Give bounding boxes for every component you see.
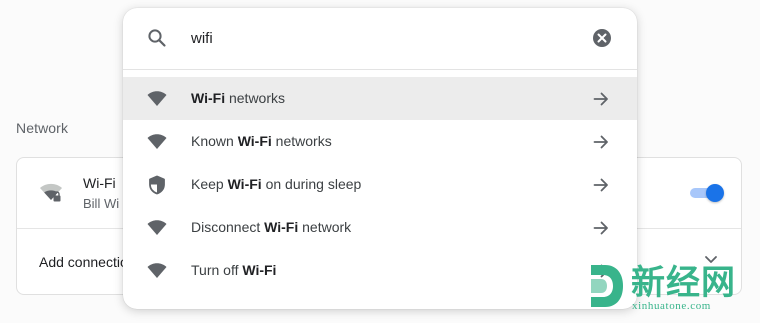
clear-icon[interactable] <box>591 27 613 49</box>
arrow-right-icon <box>593 221 608 235</box>
wifi-icon <box>147 91 167 106</box>
search-popup: Wi-Fi networks Known Wi-Fi networks Keep… <box>123 8 637 309</box>
wifi-icon <box>147 263 167 278</box>
search-result-label: Wi-Fi networks <box>191 90 286 106</box>
wifi-icon <box>147 134 167 149</box>
search-result[interactable]: Turn off Wi-Fi <box>123 249 637 292</box>
search-result[interactable]: Known Wi-Fi networks <box>123 120 637 163</box>
search-divider <box>123 69 637 70</box>
wifi-toggle-knob <box>706 184 724 202</box>
arrow-right-icon <box>593 92 608 106</box>
watermark-logo-icon <box>591 265 623 307</box>
arrow-right-icon <box>593 178 608 192</box>
add-connection-label: Add connection <box>39 254 136 270</box>
watermark-chinese-text: 新经网 <box>631 263 736 303</box>
search-result[interactable]: Keep Wi-Fi on during sleep <box>123 163 637 206</box>
shield-icon <box>149 175 165 195</box>
search-result-label: Keep Wi-Fi on during sleep <box>191 176 362 192</box>
search-input[interactable] <box>191 26 571 50</box>
wifi-row-title: Wi-Fi <box>83 175 116 191</box>
search-result-label: Disconnect Wi-Fi network <box>191 219 352 235</box>
wifi-row-network-name: Bill Wi <box>83 196 120 211</box>
search-bar <box>123 8 637 68</box>
search-icon <box>148 29 166 47</box>
arrow-right-icon <box>593 135 608 149</box>
watermark: 新经网 xinhuatone.com <box>585 255 757 317</box>
watermark-url-text: xinhuatone.com <box>632 300 711 312</box>
search-results: Wi-Fi networks Known Wi-Fi networks Keep… <box>123 77 637 292</box>
wifi-secured-icon <box>40 183 62 202</box>
search-result-label: Turn off Wi-Fi <box>191 262 277 278</box>
search-result[interactable]: Disconnect Wi-Fi network <box>123 206 637 249</box>
network-section-title: Network <box>16 120 69 136</box>
wifi-toggle[interactable] <box>688 183 724 203</box>
search-result[interactable]: Wi-Fi networks <box>123 77 637 120</box>
wifi-icon <box>147 220 167 235</box>
search-result-label: Known Wi-Fi networks <box>191 133 332 149</box>
